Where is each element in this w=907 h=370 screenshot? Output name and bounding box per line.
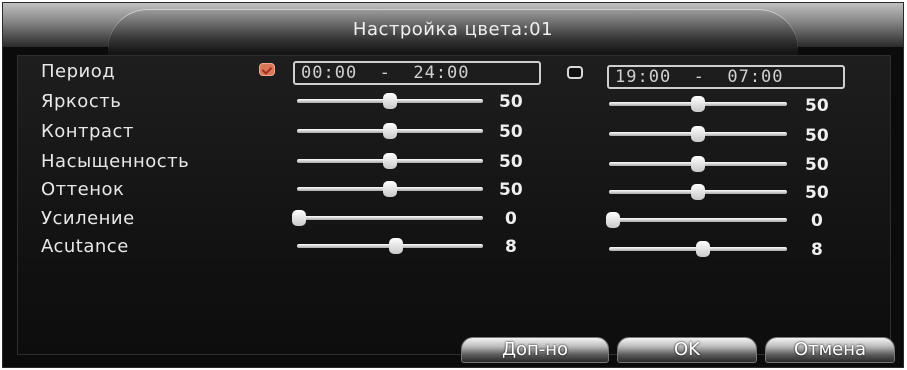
dialog-title: Настройка цвета:01 [352,19,554,40]
period2-time-field[interactable]: 19:00 - 07:00 [607,65,845,89]
period2-saturation-value: 50 [805,155,829,175]
period1-saturation-value: 50 [499,152,523,172]
period1-hue-slider[interactable] [297,181,483,197]
period2-hue-slider[interactable] [609,184,787,200]
period1-gain-slider[interactable] [292,210,483,226]
period1-checkbox[interactable] [259,63,275,76]
label-contrast: Контраст [41,121,134,142]
period2-gain-value: 0 [811,211,823,231]
ok-button[interactable]: OK [617,337,757,363]
period1-brightness-value: 50 [499,92,523,112]
slider-knob[interactable] [383,181,397,197]
period2-acutance-slider[interactable] [609,241,787,257]
period1-saturation-slider[interactable] [297,153,483,169]
period2-contrast-value: 50 [805,126,829,146]
label-acutance: Acutance [41,236,129,257]
period2-checkbox[interactable] [567,66,583,79]
period2-hue-value: 50 [805,183,829,203]
period2-acutance-value: 8 [811,240,823,260]
slider-knob[interactable] [606,212,620,228]
slider-knob[interactable] [383,153,397,169]
period1-contrast-value: 50 [499,122,523,142]
period1-time-field[interactable]: 00:00 - 24:00 [293,61,541,85]
slider-knob[interactable] [691,96,705,112]
period1-hue-value: 50 [499,180,523,200]
slider-knob[interactable] [696,241,711,257]
period1-brightness-slider[interactable] [297,93,483,109]
period1-gain-value: 0 [505,209,517,229]
period1-acutance-value: 8 [505,237,517,257]
slider-knob[interactable] [383,93,397,109]
period2-gain-slider[interactable] [606,212,787,228]
label-period: Период [41,61,116,82]
period2-brightness-slider[interactable] [609,96,787,112]
slider-knob[interactable] [292,210,306,226]
slider-knob[interactable] [691,184,705,200]
advanced-button[interactable]: Доп-но [461,337,609,363]
slider-knob[interactable] [691,126,705,142]
period2-contrast-slider[interactable] [609,126,787,142]
period1-contrast-slider[interactable] [297,123,483,139]
cancel-button[interactable]: Отмена [765,337,895,363]
label-saturation: Насыщенность [41,151,190,172]
label-hue: Оттенок [41,179,125,200]
slider-track [299,216,483,220]
label-brightness: Яркость [41,91,122,112]
slider-knob[interactable] [388,238,403,254]
period2-brightness-value: 50 [805,96,829,116]
period1-acutance-slider[interactable] [297,238,483,254]
period2-saturation-slider[interactable] [609,156,787,172]
title-bar: Настройка цвета:01 [3,3,903,60]
label-gain: Усиление [41,208,135,229]
color-settings-dialog: Настройка цвета:01 Период Яркость Контра… [2,2,904,368]
slider-track [613,218,787,222]
slider-knob[interactable] [691,156,705,172]
slider-knob[interactable] [383,123,397,139]
